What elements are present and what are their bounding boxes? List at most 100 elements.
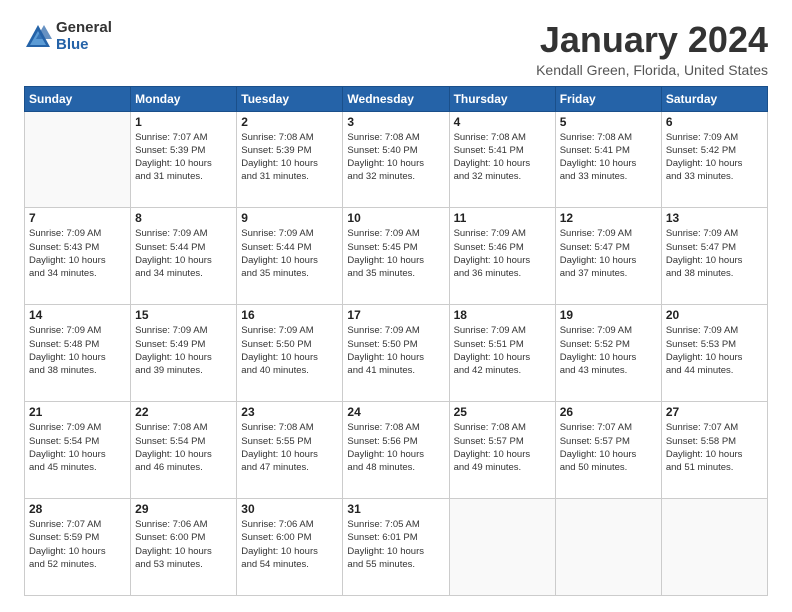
day-number: 22 [135,405,232,419]
day-number: 27 [666,405,763,419]
col-friday: Friday [555,86,661,111]
day-number: 19 [560,308,657,322]
title-block: January 2024 Kendall Green, Florida, Uni… [536,20,768,78]
col-thursday: Thursday [449,86,555,111]
day-cell: 27 Sunrise: 7:07 AMSunset: 5:58 PMDayligh… [661,402,767,499]
day-info: Sunrise: 7:07 AMSunset: 5:58 PMDaylight:… [666,421,763,474]
day-number: 23 [241,405,338,419]
day-number: 16 [241,308,338,322]
day-info: Sunrise: 7:09 AMSunset: 5:47 PMDaylight:… [666,227,763,280]
col-tuesday: Tuesday [237,86,343,111]
day-cell: 4 Sunrise: 7:08 AMSunset: 5:41 PMDaylight… [449,111,555,208]
day-cell: 7Sunrise: 7:09 AMSunset: 5:43 PMDaylight… [25,208,131,305]
day-cell: 12Sunrise: 7:09 AMSunset: 5:47 PMDayligh… [555,208,661,305]
day-number: 7 [29,211,126,225]
logo-general: General [56,20,112,37]
col-wednesday: Wednesday [343,86,449,111]
week-row-3: 21 Sunrise: 7:09 AMSunset: 5:54 PMDayligh… [25,402,768,499]
logo-blue: Blue [56,37,112,54]
day-cell: 2Sunrise: 7:08 AMSunset: 5:39 PMDaylight… [237,111,343,208]
header-row: Sunday Monday Tuesday Wednesday Thursday… [25,86,768,111]
logo: General Blue [24,20,112,53]
day-cell: 3 Sunrise: 7:08 AMSunset: 5:40 PMDaylight… [343,111,449,208]
day-cell: 8 Sunrise: 7:09 AMSunset: 5:44 PMDaylight… [131,208,237,305]
day-info: Sunrise: 7:07 AMSunset: 5:57 PMDaylight:… [560,421,657,474]
week-row-2: 14Sunrise: 7:09 AMSunset: 5:48 PMDayligh… [25,305,768,402]
day-info: Sunrise: 7:09 AMSunset: 5:49 PMDaylight:… [135,324,232,377]
day-info: Sunrise: 7:09 AMSunset: 5:54 PMDaylight:… [29,421,126,474]
day-info: Sunrise: 7:09 AMSunset: 5:51 PMDaylight:… [454,324,551,377]
day-number: 6 [666,115,763,129]
day-number: 3 [347,115,444,129]
day-cell: 16Sunrise: 7:09 AMSunset: 5:50 PMDayligh… [237,305,343,402]
logo-text: General Blue [56,20,112,53]
day-number: 8 [135,211,232,225]
day-info: Sunrise: 7:09 AMSunset: 5:44 PMDaylight:… [241,227,338,280]
day-cell: 11 Sunrise: 7:09 AMSunset: 5:46 PMDayligh… [449,208,555,305]
day-info: Sunrise: 7:07 AMSunset: 5:39 PMDaylight:… [135,131,232,184]
day-info: Sunrise: 7:05 AMSunset: 6:01 PMDaylight:… [347,518,444,571]
day-info: Sunrise: 7:09 AMSunset: 5:45 PMDaylight:… [347,227,444,280]
day-info: Sunrise: 7:08 AMSunset: 5:54 PMDaylight:… [135,421,232,474]
day-number: 9 [241,211,338,225]
day-cell: 15 Sunrise: 7:09 AMSunset: 5:49 PMDayligh… [131,305,237,402]
day-cell: 31 Sunrise: 7:05 AMSunset: 6:01 PMDayligh… [343,499,449,596]
day-info: Sunrise: 7:08 AMSunset: 5:41 PMDaylight:… [560,131,657,184]
day-info: Sunrise: 7:09 AMSunset: 5:50 PMDaylight:… [347,324,444,377]
day-cell: 17Sunrise: 7:09 AMSunset: 5:50 PMDayligh… [343,305,449,402]
day-cell: 9 Sunrise: 7:09 AMSunset: 5:44 PMDaylight… [237,208,343,305]
day-info: Sunrise: 7:09 AMSunset: 5:44 PMDaylight:… [135,227,232,280]
header: General Blue January 2024 Kendall Green,… [24,20,768,78]
day-number: 4 [454,115,551,129]
day-cell: 26 Sunrise: 7:07 AMSunset: 5:57 PMDayligh… [555,402,661,499]
day-cell: 28Sunrise: 7:07 AMSunset: 5:59 PMDayligh… [25,499,131,596]
day-info: Sunrise: 7:08 AMSunset: 5:55 PMDaylight:… [241,421,338,474]
page: General Blue January 2024 Kendall Green,… [0,0,792,612]
day-cell: 10Sunrise: 7:09 AMSunset: 5:45 PMDayligh… [343,208,449,305]
calendar-subtitle: Kendall Green, Florida, United States [536,62,768,78]
day-number: 14 [29,308,126,322]
day-cell: 6 Sunrise: 7:09 AMSunset: 5:42 PMDaylight… [661,111,767,208]
day-number: 28 [29,502,126,516]
day-cell: 23 Sunrise: 7:08 AMSunset: 5:55 PMDayligh… [237,402,343,499]
day-cell: 24Sunrise: 7:08 AMSunset: 5:56 PMDayligh… [343,402,449,499]
day-info: Sunrise: 7:08 AMSunset: 5:41 PMDaylight:… [454,131,551,184]
day-cell [449,499,555,596]
day-cell: 20Sunrise: 7:09 AMSunset: 5:53 PMDayligh… [661,305,767,402]
day-info: Sunrise: 7:09 AMSunset: 5:42 PMDaylight:… [666,131,763,184]
day-cell: 1 Sunrise: 7:07 AMSunset: 5:39 PMDaylight… [131,111,237,208]
day-cell: 25Sunrise: 7:08 AMSunset: 5:57 PMDayligh… [449,402,555,499]
day-cell: 5 Sunrise: 7:08 AMSunset: 5:41 PMDaylight… [555,111,661,208]
day-cell: 29Sunrise: 7:06 AMSunset: 6:00 PMDayligh… [131,499,237,596]
day-number: 5 [560,115,657,129]
day-cell: 21 Sunrise: 7:09 AMSunset: 5:54 PMDayligh… [25,402,131,499]
day-number: 26 [560,405,657,419]
logo-icon [24,23,52,51]
calendar-title: January 2024 [536,20,768,60]
day-number: 18 [454,308,551,322]
week-row-4: 28Sunrise: 7:07 AMSunset: 5:59 PMDayligh… [25,499,768,596]
day-number: 31 [347,502,444,516]
day-cell: 13Sunrise: 7:09 AMSunset: 5:47 PMDayligh… [661,208,767,305]
day-number: 11 [454,211,551,225]
day-cell: 14Sunrise: 7:09 AMSunset: 5:48 PMDayligh… [25,305,131,402]
week-row-1: 7Sunrise: 7:09 AMSunset: 5:43 PMDaylight… [25,208,768,305]
day-info: Sunrise: 7:08 AMSunset: 5:57 PMDaylight:… [454,421,551,474]
col-monday: Monday [131,86,237,111]
day-cell [661,499,767,596]
day-cell: 22 Sunrise: 7:08 AMSunset: 5:54 PMDayligh… [131,402,237,499]
day-number: 30 [241,502,338,516]
day-number: 29 [135,502,232,516]
day-number: 1 [135,115,232,129]
day-number: 15 [135,308,232,322]
day-cell: 30 Sunrise: 7:06 AMSunset: 6:00 PMDayligh… [237,499,343,596]
col-saturday: Saturday [661,86,767,111]
day-info: Sunrise: 7:08 AMSunset: 5:39 PMDaylight:… [241,131,338,184]
day-cell: 18 Sunrise: 7:09 AMSunset: 5:51 PMDayligh… [449,305,555,402]
calendar-table: Sunday Monday Tuesday Wednesday Thursday… [24,86,768,596]
day-number: 21 [29,405,126,419]
day-info: Sunrise: 7:06 AMSunset: 6:00 PMDaylight:… [241,518,338,571]
day-number: 24 [347,405,444,419]
day-info: Sunrise: 7:08 AMSunset: 5:40 PMDaylight:… [347,131,444,184]
day-info: Sunrise: 7:09 AMSunset: 5:46 PMDaylight:… [454,227,551,280]
